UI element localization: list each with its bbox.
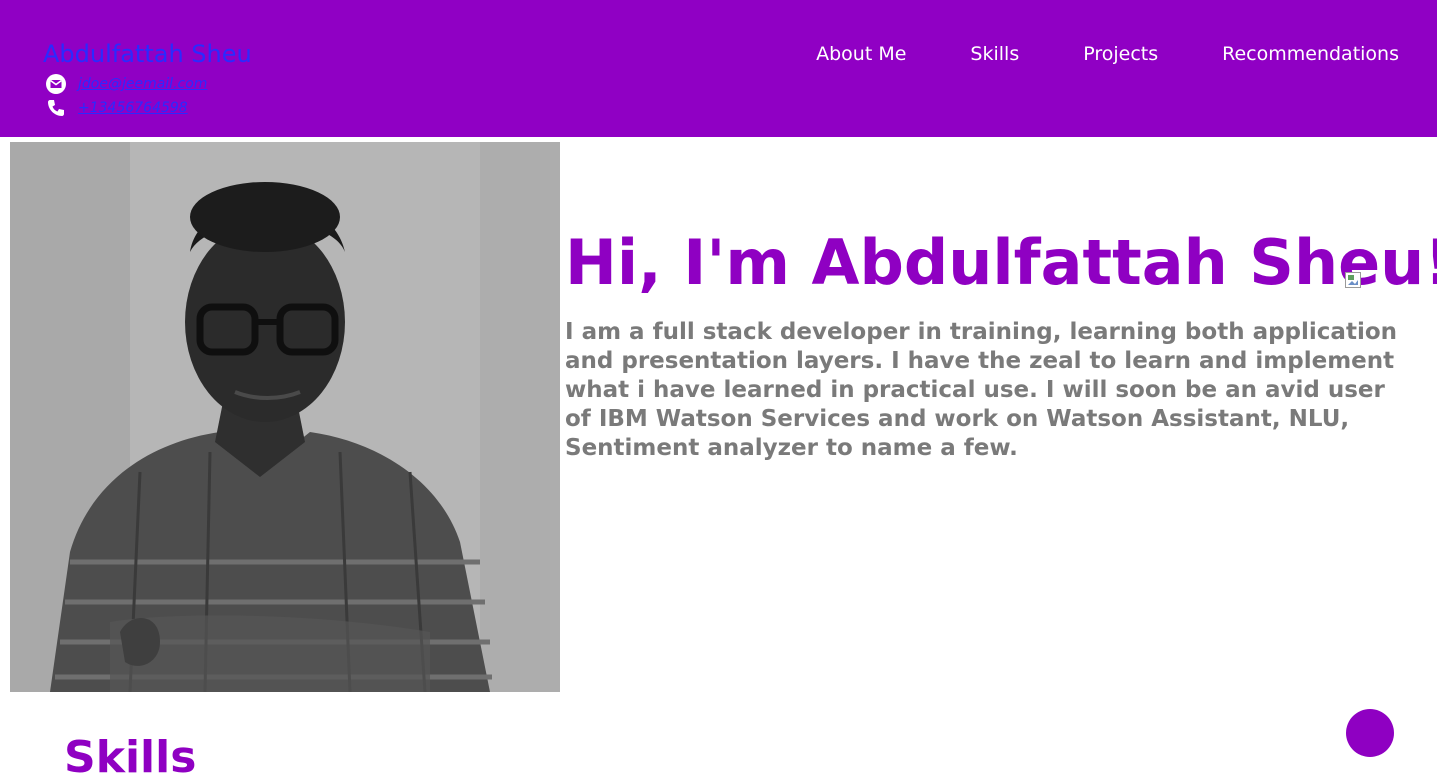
email-icon (46, 74, 66, 94)
email-link[interactable]: jdoe@jeemail.com (78, 76, 207, 92)
site-header: Abdulfattah Sheu jdoe@jeemail.com +13456… (0, 0, 1437, 137)
profile-photo-illustration (10, 142, 560, 692)
profile-photo (10, 142, 560, 692)
hero-bio: I am a full stack developer in training,… (565, 319, 1397, 461)
main-nav: About Me Skills Projects Recommendations (752, 43, 1399, 65)
phone-icon (48, 100, 64, 116)
broken-image-icon (1345, 272, 1361, 288)
scroll-button[interactable] (1346, 709, 1394, 757)
nav-skills[interactable]: Skills (970, 43, 1019, 65)
skills-heading: Skills (64, 732, 197, 783)
nav-recommendations[interactable]: Recommendations (1222, 43, 1399, 65)
brand-name[interactable]: Abdulfattah Sheu (43, 40, 252, 68)
phone-link[interactable]: +13456764598 (78, 100, 188, 116)
phone-contact[interactable]: +13456764598 (45, 97, 188, 119)
nav-about-me[interactable]: About Me (816, 43, 906, 65)
nav-projects[interactable]: Projects (1083, 43, 1158, 65)
email-contact[interactable]: jdoe@jeemail.com (45, 73, 207, 95)
hero-title: Hi, I'm Abdulfattah Sheu! (565, 226, 1437, 299)
